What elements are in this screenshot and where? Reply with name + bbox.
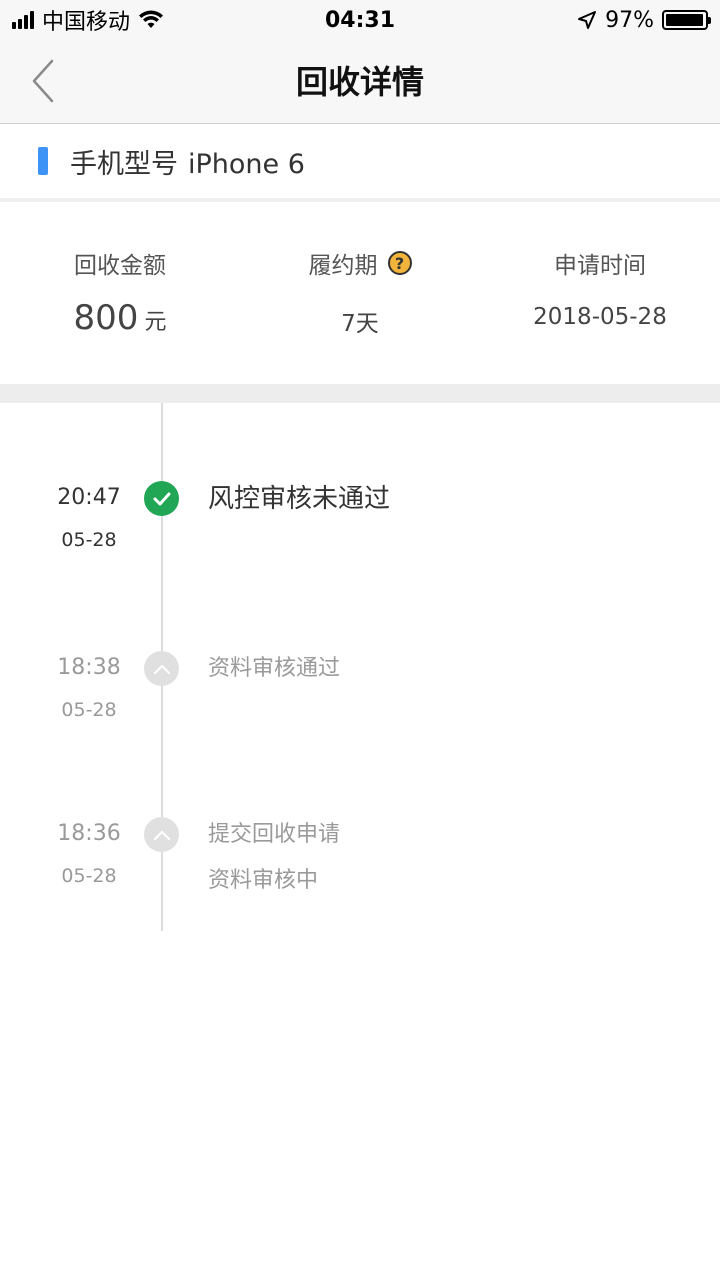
timeline-time: 20:47 [57, 485, 121, 510]
amount-label: 回收金额 [74, 253, 166, 279]
chevron-up-circle-icon [144, 651, 179, 686]
wifi-icon [139, 10, 164, 28]
chevron-left-icon [32, 59, 54, 103]
timeline-subtext: 资料审核中 [208, 868, 319, 893]
chevron-up-circle-icon [144, 817, 179, 852]
amount-number: 800 [73, 298, 139, 338]
timeline-time: 18:38 [57, 655, 121, 680]
period-value: 7天 [341, 311, 379, 337]
battery-percent: 97% [605, 7, 654, 33]
timeline-text: 资料审核通过 [208, 656, 341, 681]
battery-level [666, 14, 703, 26]
timeline-time: 18:36 [57, 821, 121, 846]
timeline-text: 提交回收申请 [208, 822, 341, 847]
period-label-wrap: 履约期 ? [240, 246, 480, 280]
model-label: 手机型号 [70, 148, 178, 180]
model-info: 手机型号 iPhone 6 [70, 142, 305, 181]
status-right: 97% [577, 7, 711, 33]
timeline-date: 05-28 [61, 699, 117, 721]
model-row: 手机型号 iPhone 6 [0, 124, 720, 202]
carrier-name: 中国移动 [42, 10, 131, 35]
battery-icon [662, 10, 711, 30]
amount-value: 800 元 [0, 298, 240, 338]
status-left: 中国移动 [12, 4, 164, 36]
check-circle-icon [144, 481, 179, 516]
model-value: iPhone 6 [188, 148, 305, 180]
period-label: 履约期 [308, 253, 378, 279]
status-bar: 中国移动 04:31 97% [0, 0, 720, 40]
location-arrow-icon [578, 11, 597, 29]
apply-time-label: 申请时间 [554, 253, 646, 279]
question-help-icon[interactable]: ? [387, 251, 412, 275]
timeline-date: 05-28 [61, 865, 117, 887]
amount-unit: 元 [144, 310, 167, 335]
summary-panel: 回收金额 800 元 履约期 ? 7天 申请时间 2018-05-28 [0, 206, 720, 384]
page-title: 回收详情 [295, 63, 424, 101]
timeline-text: 风控审核未通过 [208, 484, 391, 514]
back-button[interactable] [18, 56, 68, 106]
section-divider [0, 384, 720, 403]
apply-time-value: 2018-05-28 [533, 304, 667, 330]
progress-timeline: 20:47 05-28 风控审核未通过 18:38 05-28 资料审核通过 1… [0, 403, 720, 933]
nav-bar: 回收详情 [0, 40, 720, 124]
section-accent-bar [38, 147, 48, 175]
timeline-date: 05-28 [61, 529, 117, 551]
signal-icon [12, 11, 34, 29]
